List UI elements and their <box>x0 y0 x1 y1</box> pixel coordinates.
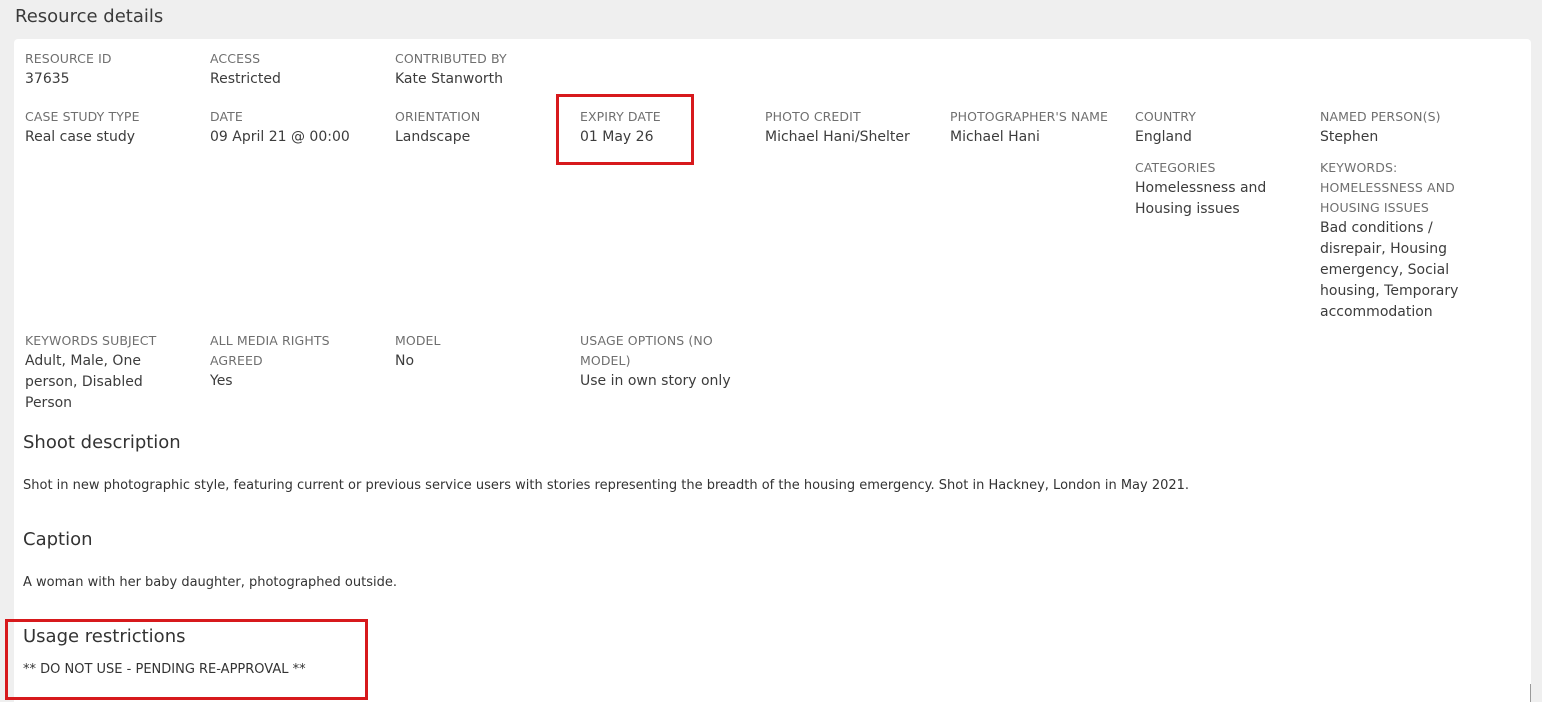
field-label: PHOTO CREDIT <box>765 109 861 124</box>
field-label: PHOTOGRAPHER'S NAME <box>950 109 1109 124</box>
field-label: USAGE OPTIONS (NO MODEL) <box>580 333 713 368</box>
field-all-media-rights: ALL MEDIA RIGHTS AGREED Yes <box>210 331 360 392</box>
field-access: ACCESS Restricted <box>210 49 388 90</box>
field-label: COUNTRY <box>1135 109 1196 124</box>
field-value: 37635 <box>25 71 70 87</box>
field-label: CONTRIBUTED BY <box>395 51 507 66</box>
field-photo-credit: PHOTO CREDIT Michael Hani/Shelter <box>765 107 943 148</box>
shoot-description-text: Shot in new photographic style, featurin… <box>23 478 1190 493</box>
caption-text: A woman with her baby daughter, photogra… <box>23 575 397 590</box>
field-value: Kate Stanworth <box>395 71 504 87</box>
caption-heading: Caption <box>23 529 93 550</box>
scrollbar-edge <box>1530 684 1531 702</box>
field-value: Yes <box>210 373 233 389</box>
field-value: Homelessness and Housing issues <box>1135 180 1267 217</box>
field-model: MODEL No <box>395 331 573 372</box>
field-usage-options: USAGE OPTIONS (NO MODEL) Use in own stor… <box>580 331 745 392</box>
field-orientation: ORIENTATION Landscape <box>395 107 573 148</box>
field-keywords-homelessness: KEYWORDS: HOMELESSNESS AND HOUSING ISSUE… <box>1320 158 1495 323</box>
field-value: Real case study <box>25 129 136 145</box>
usage-restrictions-highlight <box>5 619 368 700</box>
field-label: NAMED PERSON(S) <box>1320 109 1441 124</box>
field-value: Michael Hani <box>950 129 1040 145</box>
field-label: CASE STUDY TYPE <box>25 109 140 124</box>
resource-details-panel: Resource details RESOURCE ID 37635 ACCES… <box>0 0 1542 702</box>
field-named-persons: NAMED PERSON(S) Stephen <box>1320 107 1498 148</box>
field-label: KEYWORDS SUBJECT <box>25 333 157 348</box>
field-label: ORIENTATION <box>395 109 481 124</box>
shoot-description-heading: Shoot description <box>23 432 181 453</box>
field-label: KEYWORDS: HOMELESSNESS AND HOUSING ISSUE… <box>1320 160 1455 215</box>
field-label: CATEGORIES <box>1135 160 1216 175</box>
field-value: Michael Hani/Shelter <box>765 129 910 145</box>
field-resource-id: RESOURCE ID 37635 <box>25 49 203 90</box>
field-value: 09 April 21 @ 00:00 <box>210 129 350 145</box>
resource-details-card: RESOURCE ID 37635 ACCESS Restricted CONT… <box>14 39 1531 702</box>
field-label: DATE <box>210 109 243 124</box>
field-contributed-by: CONTRIBUTED BY Kate Stanworth <box>395 49 573 90</box>
field-photographers-name: PHOTOGRAPHER'S NAME Michael Hani <box>950 107 1110 148</box>
field-value: Bad conditions / disrepair, Housing emer… <box>1320 220 1459 320</box>
field-value: Use in own story only <box>580 373 731 389</box>
expiry-date-highlight <box>556 94 694 165</box>
field-country: COUNTRY England <box>1135 107 1313 148</box>
field-value: Adult, Male, One person, Disabled Person <box>25 353 143 411</box>
field-value: Restricted <box>210 71 281 87</box>
field-value: England <box>1135 129 1192 145</box>
field-label: MODEL <box>395 333 441 348</box>
field-label: RESOURCE ID <box>25 51 112 66</box>
field-value: Landscape <box>395 129 471 145</box>
field-keywords-subject: KEYWORDS SUBJECT Adult, Male, One person… <box>25 331 190 414</box>
field-categories: CATEGORIES Homelessness and Housing issu… <box>1135 158 1300 220</box>
field-date: DATE 09 April 21 @ 00:00 <box>210 107 388 148</box>
field-value: Stephen <box>1320 129 1379 145</box>
field-case-study-type: CASE STUDY TYPE Real case study <box>25 107 203 148</box>
field-label: ALL MEDIA RIGHTS AGREED <box>210 333 330 368</box>
field-value: No <box>395 353 415 369</box>
field-label: ACCESS <box>210 51 261 66</box>
panel-title: Resource details <box>15 6 164 27</box>
